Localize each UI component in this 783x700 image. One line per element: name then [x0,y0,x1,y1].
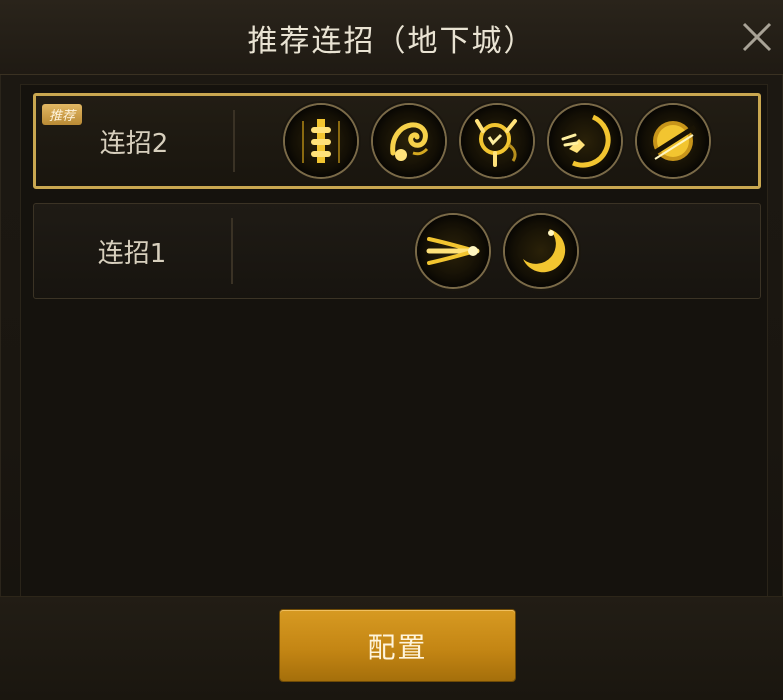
title-bar: 推荐连招（地下城） [0,0,783,75]
combo-row-1[interactable]: 连招1 [33,203,761,299]
skill-list [234,204,760,298]
skill-icon-slash-orb [649,121,697,161]
close-button[interactable] [740,20,774,54]
skill-icon-dragon [390,122,429,161]
footer: 配置 [0,596,783,700]
skill-slot[interactable] [505,215,577,287]
config-button[interactable]: 配置 [280,610,515,681]
skill-slot[interactable] [285,105,357,177]
skill-icon-dash [561,114,611,168]
close-icon [742,22,772,52]
combo-list: 推荐 连招2 连招1 [20,84,768,598]
skill-icon-crescent [523,229,566,273]
row-divider [233,110,235,172]
dialog-title: 推荐连招（地下城） [247,24,536,59]
combo-label: 连招1 [97,238,167,269]
skill-slot[interactable] [461,105,533,177]
skill-list [236,96,758,186]
skill-icon-wind-slash [426,237,480,265]
combo-dialog: 推荐连招（地下城） 推荐 连招2 连招1 配置 [0,0,783,700]
row-divider [231,218,233,284]
combo-label: 连招2 [99,128,169,159]
skill-slot[interactable] [637,105,709,177]
skill-slot[interactable] [417,215,489,287]
combo-row-2[interactable]: 推荐 连招2 [33,93,761,189]
skill-icon-beast [475,119,517,167]
skill-slot[interactable] [373,105,445,177]
skill-slot[interactable] [549,105,621,177]
skill-icon-pillar [302,119,340,163]
